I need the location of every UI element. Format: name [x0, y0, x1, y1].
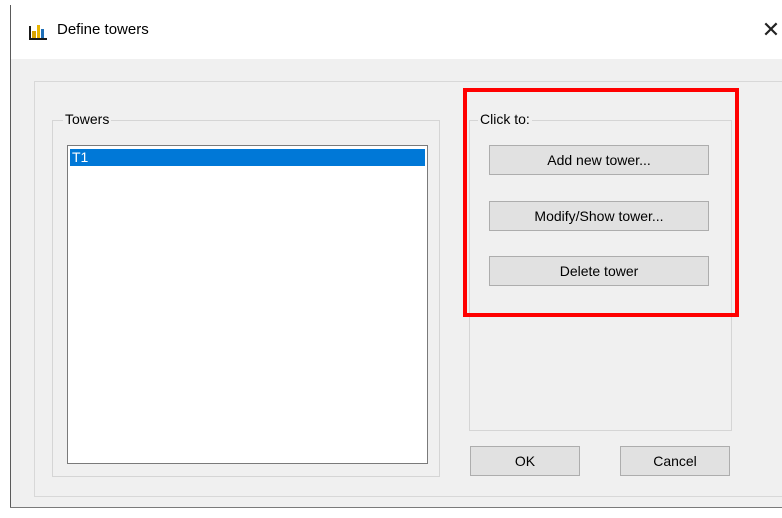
- ok-button[interactable]: OK: [470, 446, 580, 476]
- list-item-t1[interactable]: T1: [70, 149, 425, 166]
- background-left: [0, 0, 10, 518]
- cancel-button[interactable]: Cancel: [620, 446, 730, 476]
- window-bottom-border: [10, 507, 782, 508]
- define-towers-dialog: Define towers ✕ Towers T1 Click to: Add …: [0, 0, 782, 518]
- close-icon[interactable]: ✕: [760, 17, 782, 43]
- annotation-highlight-box: [463, 88, 739, 317]
- bar-chart-app-icon: [29, 25, 47, 40]
- towers-listbox[interactable]: T1: [67, 145, 428, 464]
- background-bottom: [0, 507, 782, 518]
- window-title: Define towers: [57, 21, 149, 38]
- towers-group-label: Towers: [63, 111, 112, 127]
